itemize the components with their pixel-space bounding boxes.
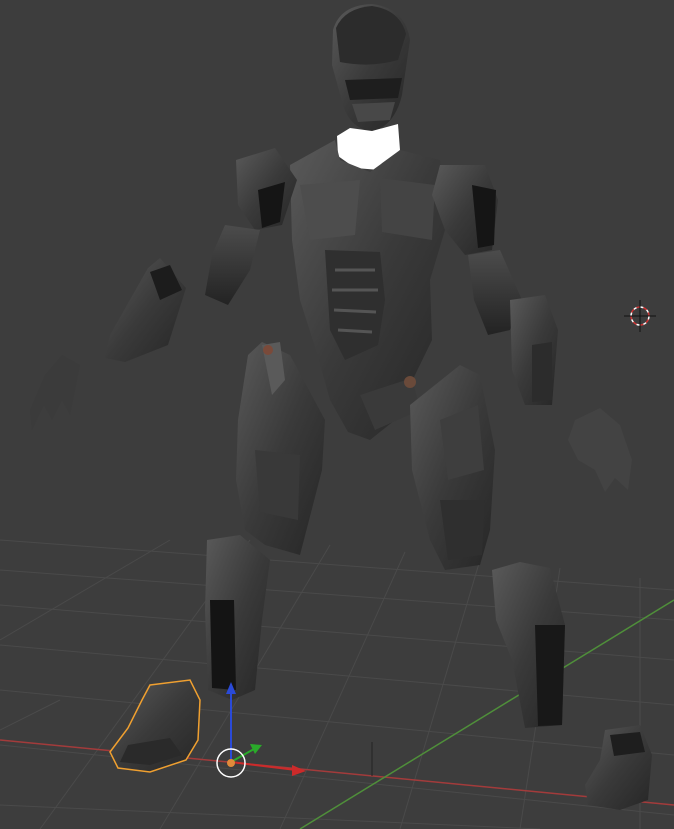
left-shin[interactable] (205, 535, 270, 700)
x-axis-line (0, 739, 674, 806)
right-forearm[interactable] (510, 295, 558, 405)
3d-cursor-icon[interactable] (624, 300, 656, 332)
viewport-canvas[interactable] (0, 0, 674, 829)
left-hand[interactable] (30, 355, 80, 430)
floor-grid (0, 539, 674, 829)
origin-point-icon (227, 759, 235, 767)
right-shin[interactable] (492, 562, 565, 728)
right-thigh[interactable] (410, 365, 495, 570)
right-hand[interactable] (568, 408, 632, 492)
left-thigh[interactable] (236, 342, 325, 555)
3d-viewport[interactable] (0, 0, 674, 829)
transform-gizmo-icon[interactable] (216, 682, 306, 778)
right-foot[interactable] (585, 725, 652, 810)
left-foot[interactable] (109, 679, 201, 773)
left-shoulder-arm[interactable] (205, 148, 297, 305)
left-forearm[interactable] (105, 258, 186, 362)
right-shoulder-arm[interactable] (432, 165, 522, 335)
helmet[interactable] (332, 4, 410, 132)
